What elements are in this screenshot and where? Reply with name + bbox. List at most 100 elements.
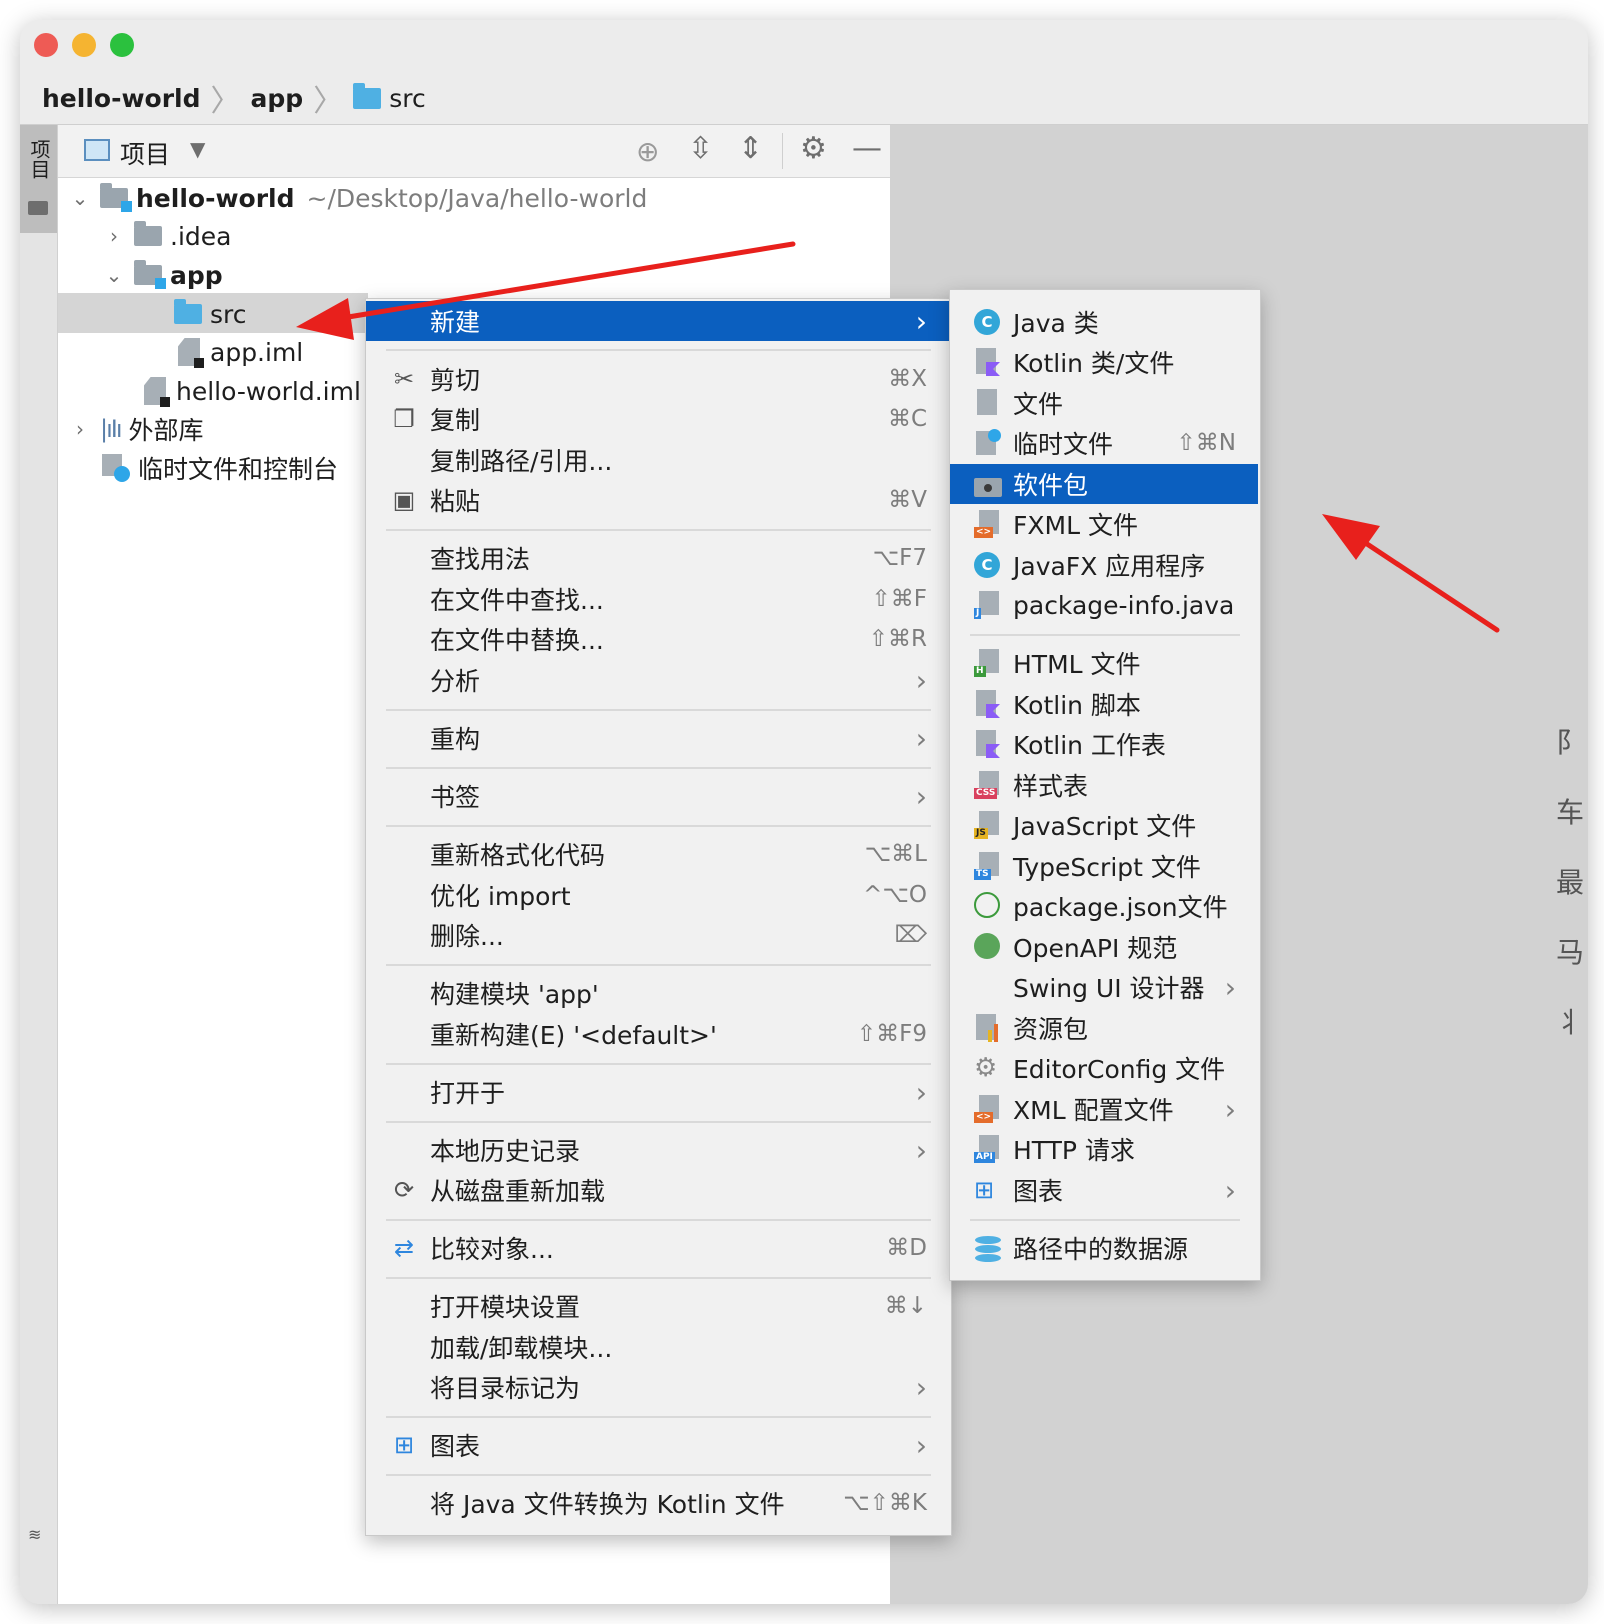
tree-item-app-iml[interactable]: app.iml [178, 333, 303, 371]
submenu-item-java-class[interactable]: C Java 类 [950, 302, 1258, 342]
submenu-item-swing-ui-designer[interactable]: Swing UI 设计器 › [950, 967, 1258, 1007]
submenu-item-javascript[interactable]: JS JavaScript 文件 [950, 805, 1258, 845]
submenu-item-package-json[interactable]: package.json文件 [950, 886, 1258, 926]
minimize-window-button[interactable] [72, 33, 96, 57]
source-folder-icon [174, 299, 202, 324]
chevron-down-icon[interactable]: ⌄ [68, 186, 92, 210]
tree-item-app[interactable]: ⌄ app [102, 256, 223, 294]
structure-tool-icon[interactable]: ≋ [28, 1525, 41, 1544]
submenu-item-data-source-in-path[interactable]: 路径中的数据源 [950, 1228, 1258, 1268]
menu-item-refactor[interactable]: 重构 › [366, 718, 949, 758]
submenu-item-kotlin-script[interactable]: Kotlin 脚本 [950, 684, 1258, 724]
submenu-item-openapi[interactable]: OpenAPI 规范 [950, 927, 1258, 967]
menu-item-build-module[interactable]: 构建模块 'app' [366, 973, 949, 1013]
menu-item-rebuild[interactable]: 重新构建(E) '<default>' ⇧⌘F9 [366, 1014, 949, 1054]
project-tool-tab[interactable]: 项目 [20, 125, 57, 233]
submenu-item-kotlin-class[interactable]: Kotlin 类/文件 [950, 342, 1258, 382]
reload-icon: ⟳ [393, 1176, 415, 1204]
menu-separator [386, 349, 931, 351]
menu-item-copy[interactable]: ❐ 复制 ⌘C [366, 399, 949, 439]
tree-item-label: app.iml [210, 337, 304, 367]
submenu-item-xml-config[interactable]: <> XML 配置文件 › [950, 1089, 1258, 1129]
menu-item-find-in-files[interactable]: 在文件中查找... ⇧⌘F [366, 579, 949, 619]
chevron-right-icon: › [1224, 1092, 1236, 1126]
tool-window-stripe: 项目 ≋ [20, 125, 58, 1604]
chevron-right-icon[interactable]: › [102, 224, 126, 248]
menu-item-module-settings[interactable]: 打开模块设置 ⌘↓ [366, 1286, 949, 1326]
kotlin-script-icon [974, 690, 1002, 718]
tree-item-label: 临时文件和控制台 [138, 455, 339, 484]
menu-item-replace-in-files[interactable]: 在文件中替换... ⇧⌘R [366, 619, 949, 659]
menu-item-reformat-code[interactable]: 重新格式化代码 ⌥⌘L [366, 834, 949, 874]
breadcrumb-item-hello-world[interactable]: hello-world [42, 84, 201, 113]
project-view-title[interactable]: 项目 [120, 135, 170, 171]
submenu-item-html[interactable]: H HTML 文件 [950, 643, 1258, 683]
submenu-item-typescript[interactable]: TS TypeScript 文件 [950, 846, 1258, 886]
tree-item-label: hello-world [136, 183, 295, 213]
menu-item-reload-from-disk[interactable]: ⟳ 从磁盘重新加载 [366, 1170, 949, 1210]
submenu-item-package[interactable]: 软件包 [950, 464, 1258, 504]
menu-item-compare-with[interactable]: ⇄ 比较对象... ⌘D [366, 1228, 949, 1268]
menu-item-optimize-imports[interactable]: 优化 import ^⌥O [366, 875, 949, 915]
submenu-item-http-request[interactable]: API HTTP 请求 [950, 1129, 1258, 1169]
menu-item-bookmarks[interactable]: 书签 › [366, 776, 949, 816]
menu-item-find-usages[interactable]: 查找用法 ⌥F7 [366, 538, 949, 578]
chevron-right-icon: › [915, 1075, 927, 1109]
submenu-item-editorconfig[interactable]: ⚙ EditorConfig 文件 [950, 1048, 1258, 1088]
diagram-icon: ⊞ [974, 1176, 995, 1204]
menu-separator [386, 1063, 931, 1065]
menu-item-open-in[interactable]: 打开于 › [366, 1072, 949, 1112]
menu-item-local-history[interactable]: 本地历史记录 › [366, 1130, 949, 1170]
menu-item-load-unload-modules[interactable]: 加载/卸载模块... [366, 1327, 949, 1367]
submenu-item-scratch-file[interactable]: 临时文件 ⇧⌘N [950, 423, 1258, 463]
gear-icon[interactable]: ⚙ [800, 131, 827, 166]
submenu-item-javafx-app[interactable]: C JavaFX 应用程序 [950, 545, 1258, 585]
menu-item-copy-path[interactable]: 复制路径/引用... [366, 440, 949, 480]
tree-item-idea[interactable]: › .idea [102, 217, 231, 255]
submenu-item-fxml[interactable]: <> FXML 文件 [950, 504, 1258, 544]
menu-item-new[interactable]: 新建 › [366, 301, 949, 341]
gear-icon: ⚙ [974, 1053, 998, 1083]
close-window-button[interactable] [34, 33, 58, 57]
collapse-all-icon[interactable]: ⇕ [738, 131, 763, 166]
submenu-item-diagram[interactable]: ⊞ 图表 › [950, 1170, 1258, 1210]
tree-item-src[interactable]: src [174, 295, 247, 333]
submenu-item-resource-bundle[interactable]: 资源包 [950, 1008, 1258, 1048]
chevron-down-icon[interactable]: ▼ [190, 137, 205, 161]
breadcrumb-item-src[interactable]: src [389, 84, 426, 113]
chevron-right-icon: › [1224, 970, 1236, 1004]
submenu-item-file[interactable]: 文件 [950, 383, 1258, 423]
submenu-item-kotlin-worksheet[interactable]: Kotlin 工作表 [950, 724, 1258, 764]
project-tool-tab-label: 项目 [27, 139, 51, 179]
menu-item-mark-directory-as[interactable]: 将目录标记为 › [366, 1367, 949, 1407]
menu-separator [386, 825, 931, 827]
breadcrumb-item-app[interactable]: app [251, 84, 304, 113]
menu-item-paste[interactable]: ▣ 粘贴 ⌘V [366, 480, 949, 520]
breadcrumb: hello-world 〉 app 〉 src [42, 82, 426, 119]
menu-item-convert-java-to-kotlin[interactable]: 将 Java 文件转换为 Kotlin 文件 ⌥⇧⌘K [366, 1483, 949, 1523]
context-menu: 新建 › ✂ 剪切 ⌘X ❐ 复制 ⌘C 复制路径/引用... ▣ 粘贴 ⌘V 查找用法 ⌥F7… [365, 298, 952, 1536]
expand-all-icon[interactable]: ⇳ [688, 131, 713, 166]
menu-item-delete[interactable]: 删除... ⌦ [366, 915, 949, 955]
menu-item-diagrams[interactable]: ⊞ 图表 › [366, 1425, 949, 1465]
chevron-down-icon[interactable]: ⌄ [102, 263, 126, 287]
tree-item-hello-world[interactable]: ⌄ hello-world ~/Desktop/Java/hello-world [68, 179, 647, 217]
submenu-item-package-info[interactable]: Jpackage-info.java [950, 585, 1258, 625]
copy-icon: ❐ [393, 405, 415, 433]
maximize-window-button[interactable] [110, 33, 134, 57]
scissors-icon: ✂ [393, 365, 415, 393]
clipboard-icon: ▣ [392, 486, 416, 514]
tree-item-external-libraries[interactable]: › |ıIı 外部库 [68, 410, 204, 448]
menu-item-analyze[interactable]: 分析 › [366, 660, 949, 700]
chevron-right-icon: 〉 [313, 84, 344, 119]
menu-separator [386, 1277, 931, 1279]
editor-hint-text: 车 [1555, 796, 1584, 829]
menu-item-cut[interactable]: ✂ 剪切 ⌘X [366, 359, 949, 399]
chevron-right-icon[interactable]: › [68, 417, 92, 441]
hide-panel-icon[interactable]: — [852, 131, 882, 166]
tree-item-scratches[interactable]: 临时文件和控制台 [102, 449, 338, 487]
chevron-right-icon: › [915, 721, 927, 755]
locate-icon[interactable]: ⊕ [636, 135, 659, 168]
tree-item-hello-world-iml[interactable]: hello-world.iml [144, 372, 361, 410]
submenu-item-stylesheet[interactable]: CSS 样式表 [950, 765, 1258, 805]
